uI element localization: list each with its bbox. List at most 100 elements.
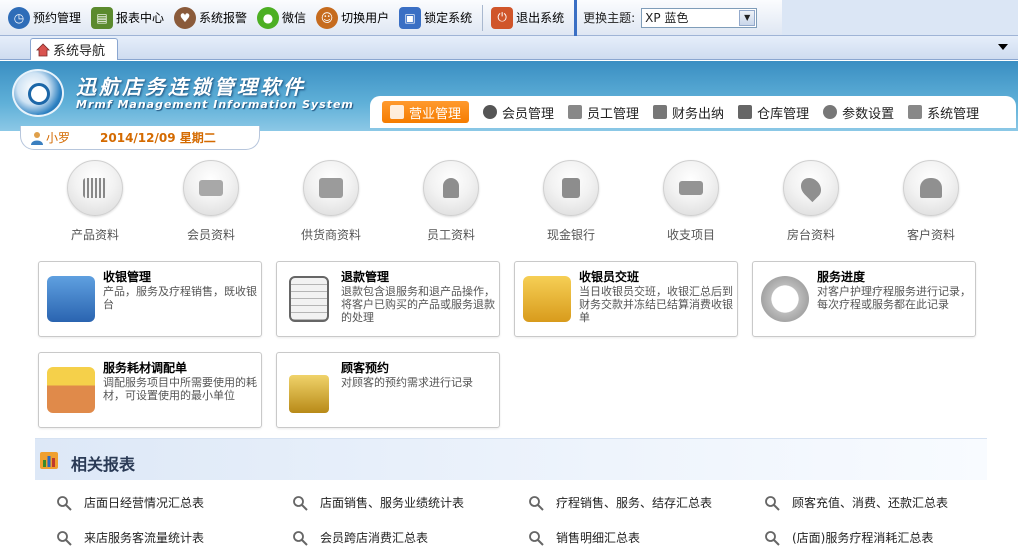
business-icon xyxy=(390,105,404,119)
wrench-icon xyxy=(908,105,923,119)
heart-icon xyxy=(483,105,498,119)
toolbar-button-label: 系统报警 xyxy=(199,11,248,25)
quick-customer-info[interactable]: 客户资料 xyxy=(881,160,981,243)
quick-supplier-info[interactable]: 供货商资料 xyxy=(281,160,381,243)
search-icon xyxy=(57,530,72,546)
nav-label: 营业管理 xyxy=(409,106,462,122)
materials-icon xyxy=(47,367,95,413)
toolbar-button-label: 切换用户 xyxy=(341,11,390,25)
nav-parameter-settings[interactable]: 参数设置 xyxy=(823,101,894,123)
nav-warehouse-management[interactable]: 仓库管理 xyxy=(738,101,809,123)
card-title: 服务进度 xyxy=(817,270,866,284)
power-icon: ⏻ xyxy=(491,6,514,29)
report-link-label: 疗程销售、服务、结存汇总表 xyxy=(556,496,713,510)
user-name: 小罗 xyxy=(46,131,71,145)
quick-label: 产品资料 xyxy=(70,228,119,242)
report-link[interactable]: 店面日经营情况汇总表 xyxy=(56,494,204,511)
quick-room-info[interactable]: 房台资料 xyxy=(761,160,861,243)
quick-label: 会员资料 xyxy=(186,228,235,242)
tab-menu-arrow-icon[interactable] xyxy=(998,44,1008,50)
quick-member-info[interactable]: 会员资料 xyxy=(161,160,261,243)
tab-label: 系统导航 xyxy=(53,44,106,59)
nav-finance[interactable]: 财务出纳 xyxy=(653,101,724,123)
card-description: 对客户护理疗程服务进行记录，每次疗程或服务都在此记录 xyxy=(817,285,971,311)
app-logo-icon xyxy=(12,69,64,117)
customers-icon xyxy=(903,160,959,216)
report-link[interactable]: 来店服务客流量统计表 xyxy=(56,529,204,546)
padlock-icon xyxy=(289,375,329,413)
theme-label: 更换主题: xyxy=(583,11,636,25)
nav-member-management[interactable]: 会员管理 xyxy=(483,101,554,123)
toolbar-separator xyxy=(482,4,484,31)
report-link-label: 会员跨店消费汇总表 xyxy=(320,531,429,545)
user-icon xyxy=(31,131,43,145)
theme-select-value: XP 蓝色 xyxy=(645,11,689,25)
reports-title: 相关报表 xyxy=(71,455,136,474)
quick-cash-bank[interactable]: 现金银行 xyxy=(521,160,621,243)
current-date: 2014/12/09 星期二 xyxy=(100,131,216,145)
toolbar-appointment-button[interactable]: ◷ 预约管理 xyxy=(4,3,85,33)
toolbar-alarm-button[interactable]: ♥ 系统报警 xyxy=(170,3,251,33)
toolbar-wechat-button[interactable]: ● 微信 xyxy=(253,3,310,33)
main-navigation: 营业管理 会员管理 员工管理 财务出纳 仓库管理 参数设置 系统管理 xyxy=(370,96,1016,128)
toolbar-switch-user-button[interactable]: ☺ 切换用户 xyxy=(312,3,393,33)
card-customer-appointment[interactable]: 顾客预约 对顾客的预约需求进行记录 xyxy=(276,352,500,428)
location-icon xyxy=(783,160,839,216)
lock-icon: ▣ xyxy=(399,6,422,29)
nav-system-management[interactable]: 系统管理 xyxy=(908,101,979,123)
card-title: 收银员交班 xyxy=(579,270,640,284)
app-subtitle: Mrmf Management Information System xyxy=(76,98,354,111)
scale-icon xyxy=(663,160,719,216)
nav-staff-management[interactable]: 员工管理 xyxy=(568,101,639,123)
tab-strip: 系统导航 xyxy=(0,36,1018,60)
nav-label: 员工管理 xyxy=(587,106,640,122)
chevron-down-icon[interactable]: ▼ xyxy=(739,9,756,26)
report-link-label: 店面销售、服务业绩统计表 xyxy=(320,496,465,510)
search-icon xyxy=(57,495,72,511)
theme-select[interactable]: XP 蓝色 ▼ xyxy=(641,7,758,28)
toolbar-button-label: 报表中心 xyxy=(116,11,165,25)
toolbar-exit-button[interactable]: ⏻ 退出系统 xyxy=(487,3,568,33)
toolbar-filler xyxy=(782,0,1018,36)
cash-register-icon xyxy=(47,276,95,322)
card-service-materials[interactable]: 服务耗材调配单 调配服务项目中所需要使用的耗材，可设置使用的最小单位 xyxy=(38,352,262,428)
report-link[interactable]: 销售明细汇总表 xyxy=(528,529,640,546)
card-refund-management[interactable]: 退款管理 退款包含退服务和退产品操作，将客户已购买的产品或服务退款的处理 xyxy=(276,261,500,337)
stopwatch-icon xyxy=(761,276,809,322)
quick-product-info[interactable]: 产品资料 xyxy=(45,160,145,243)
report-link[interactable]: 店面销售、服务业绩统计表 xyxy=(292,494,464,511)
report-link[interactable]: (店面)服务疗程消耗汇总表 xyxy=(764,529,933,546)
report-link[interactable]: 会员跨店消费汇总表 xyxy=(292,529,428,546)
card-title: 退款管理 xyxy=(341,270,390,284)
wechat-icon: ● xyxy=(257,6,280,29)
refund-icon xyxy=(289,276,329,322)
reports-header: 相关报表 xyxy=(35,438,987,480)
toolbar-button-label: 退出系统 xyxy=(516,11,565,25)
toolbar-lock-button[interactable]: ▣ 锁定系统 xyxy=(395,3,476,33)
quick-income-expense[interactable]: 收支项目 xyxy=(641,160,741,243)
quick-staff-info[interactable]: 员工资料 xyxy=(401,160,501,243)
app-title: 迅航店务连锁管理软件 xyxy=(76,75,306,99)
nav-label: 系统管理 xyxy=(927,106,980,122)
card-description: 当日收银员交班，收银汇总后到财务交款并冻结已结算消费收银单 xyxy=(579,285,733,324)
search-icon xyxy=(529,530,544,546)
quick-label: 供货商资料 xyxy=(300,228,361,242)
card-service-progress[interactable]: 服务进度 对客户护理疗程服务进行记录，每次疗程或服务都在此记录 xyxy=(752,261,976,337)
bar-chart-icon xyxy=(40,452,58,469)
quick-label: 房台资料 xyxy=(786,228,835,242)
report-link[interactable]: 顾客充值、消费、还款汇总表 xyxy=(764,494,948,511)
card-cashier-handover[interactable]: 收银员交班 当日收银员交班，收银汇总后到财务交款并冻结已结算消费收银单 xyxy=(514,261,738,337)
finance-icon xyxy=(653,105,668,119)
toolbar-report-center-button[interactable]: ▤ 报表中心 xyxy=(87,3,168,33)
card-cashier-management[interactable]: 收银管理 产品，服务及疗程销售，既收银台 xyxy=(38,261,262,337)
quick-label: 客户资料 xyxy=(906,228,955,242)
report-link-label: 销售明细汇总表 xyxy=(556,531,641,545)
tab-system-navigation[interactable]: 系统导航 xyxy=(30,38,118,60)
report-link[interactable]: 疗程销售、服务、结存汇总表 xyxy=(528,494,712,511)
truck-icon xyxy=(303,160,359,216)
gear-icon xyxy=(823,105,838,119)
quick-label: 现金银行 xyxy=(546,228,595,242)
search-icon xyxy=(293,530,308,546)
nav-business-management[interactable]: 营业管理 xyxy=(382,101,470,123)
report-link-label: 来店服务客流量统计表 xyxy=(84,531,205,545)
